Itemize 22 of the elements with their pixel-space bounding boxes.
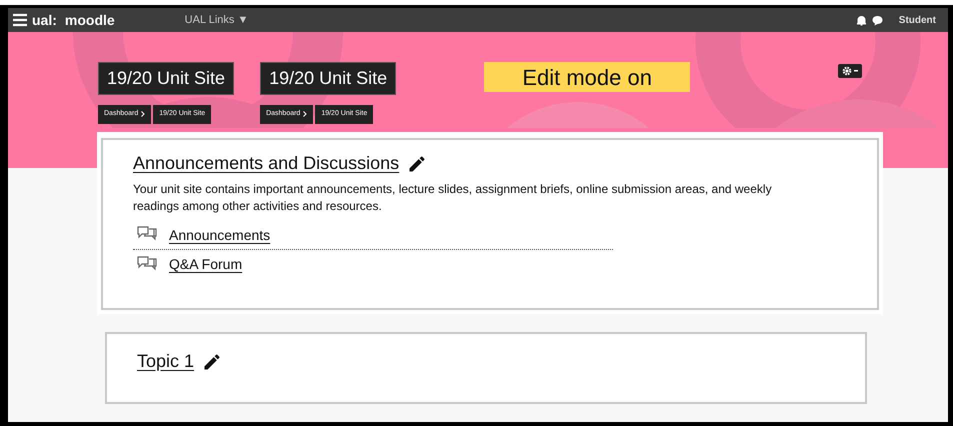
user-menu[interactable]: Student xyxy=(898,12,936,28)
section-description: Your unit site contains important announcements, lecture slides, assignment briefs, online submission areas, and weekly readings among other activities and resources. xyxy=(133,181,773,215)
chevron-icon xyxy=(141,111,146,118)
pencil-icon[interactable] xyxy=(202,352,222,372)
brand-name: moodle xyxy=(64,10,115,30)
caret-icon xyxy=(854,70,858,72)
settings-icon xyxy=(842,66,852,76)
section-title-link[interactable]: Announcements and Discussions xyxy=(133,150,400,177)
brand-prefix: ual: xyxy=(32,10,57,30)
edit-mode-banner: Edit mode on xyxy=(484,62,690,92)
section-title-link[interactable]: Topic 1 xyxy=(137,348,194,375)
pencil-icon[interactable] xyxy=(407,154,428,174)
activity-link[interactable]: Q&A Forum xyxy=(169,254,242,275)
page-title: 19/20 Unit Site xyxy=(260,62,396,95)
page-title: 19/20 Unit Site xyxy=(98,62,234,95)
chat-icon[interactable] xyxy=(872,14,883,26)
chevron-icon xyxy=(303,111,308,118)
links-menu[interactable]: UAL Links ▼ xyxy=(184,12,248,28)
settings-menu-button[interactable] xyxy=(838,64,862,78)
bell-icon[interactable] xyxy=(856,14,866,26)
activity-link[interactable]: Announcements xyxy=(169,224,270,246)
menu-icon[interactable] xyxy=(12,13,28,27)
